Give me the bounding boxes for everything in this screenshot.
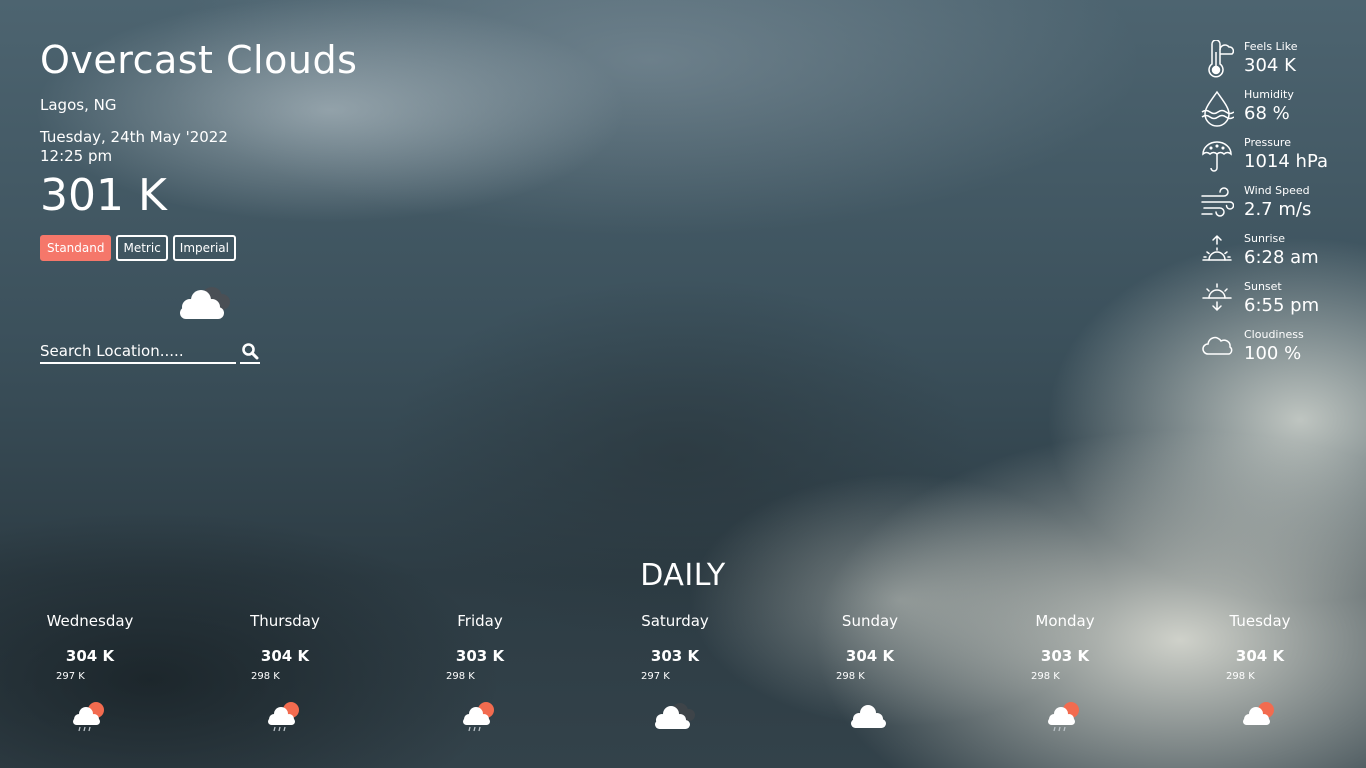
detail-feels-like: Feels Like 304 K xyxy=(1200,38,1360,86)
time-label: 12:25 pm xyxy=(40,147,113,165)
detail-wind-speed: Wind Speed 2.7 m/s xyxy=(1200,182,1360,230)
day-low-temp: 298 K xyxy=(251,671,280,682)
humidity-drop-icon xyxy=(1201,90,1234,127)
day-low-temp: 298 K xyxy=(1226,671,1255,682)
day-name: Sunday xyxy=(841,612,899,630)
sunset-icon xyxy=(1202,283,1232,312)
detail-sunset: Sunset 6:55 pm xyxy=(1200,278,1360,326)
detail-label: Humidity xyxy=(1244,88,1294,101)
detail-value: 304 K xyxy=(1244,55,1296,76)
detail-cloudiness: Cloudiness 100 % xyxy=(1200,326,1360,374)
unit-button-imperial[interactable]: Imperial xyxy=(172,235,236,261)
detail-value: 6:55 pm xyxy=(1244,295,1320,316)
rain-sun-cloud-icon xyxy=(268,702,299,732)
day-low-temp: 297 K xyxy=(56,671,85,682)
detail-label: Pressure xyxy=(1244,136,1291,149)
umbrella-icon xyxy=(1202,141,1232,172)
detail-value: 2.7 m/s xyxy=(1244,199,1312,220)
location-label: Lagos, NG xyxy=(40,96,117,114)
search-button[interactable] xyxy=(240,340,260,364)
weather-details: Feels Like 304 K Humidity 68 % Pressure … xyxy=(1200,38,1360,374)
day-name: Thursday xyxy=(250,612,320,630)
forecast-day: Thursday 304 K 298 K xyxy=(225,612,345,734)
day-high-temp: 303 K xyxy=(650,647,700,665)
day-low-temp: 297 K xyxy=(641,671,670,682)
forecast-day: Sunday 304 K 298 K xyxy=(810,612,930,734)
detail-pressure: Pressure 1014 hPa xyxy=(1200,134,1360,182)
detail-label: Wind Speed xyxy=(1244,184,1310,197)
detail-label: Sunrise xyxy=(1244,232,1286,245)
day-low-temp: 298 K xyxy=(1031,671,1060,682)
forecast-day: Wednesday 304 K 297 K xyxy=(30,612,150,734)
sunrise-icon xyxy=(1202,234,1232,261)
day-name: Friday xyxy=(457,612,503,630)
rain-sun-cloud-icon xyxy=(463,702,494,732)
search-icon xyxy=(242,343,259,360)
day-low-temp: 298 K xyxy=(836,671,865,682)
detail-label: Feels Like xyxy=(1244,40,1298,53)
day-high-temp: 304 K xyxy=(845,647,895,665)
forecast-day: Friday 303 K 298 K xyxy=(420,612,540,734)
day-name: Tuesday xyxy=(1229,612,1291,630)
thermometer-icon xyxy=(1208,40,1234,78)
detail-humidity: Humidity 68 % xyxy=(1200,86,1360,134)
day-name: Monday xyxy=(1035,612,1095,630)
overcast-cloud-icon xyxy=(655,703,695,729)
detail-value: 1014 hPa xyxy=(1244,151,1329,172)
detail-sunrise: Sunrise 6:28 am xyxy=(1200,230,1360,278)
detail-value: 68 % xyxy=(1244,103,1290,124)
search-input[interactable] xyxy=(40,340,236,364)
forecast-day: Saturday 303 K 297 K xyxy=(615,612,735,734)
day-name: Saturday xyxy=(641,612,709,630)
rain-sun-cloud-icon xyxy=(1048,702,1079,732)
overcast-cloud-icon xyxy=(180,287,230,319)
detail-value: 6:28 am xyxy=(1244,247,1319,268)
date-label: Tuesday, 24th May '2022 xyxy=(40,128,228,146)
day-high-temp: 303 K xyxy=(1040,647,1090,665)
day-high-temp: 303 K xyxy=(455,647,505,665)
forecast-day: Monday 303 K 298 K xyxy=(1005,612,1125,734)
day-name: Wednesday xyxy=(46,612,134,630)
day-low-temp: 298 K xyxy=(446,671,475,682)
daily-forecast: Wednesday 304 K 297 K Thursday 304 K 298… xyxy=(0,612,1366,762)
search-bar xyxy=(40,340,260,364)
unit-selector: Standand Metric Imperial xyxy=(40,235,236,261)
cloud-icon xyxy=(851,705,886,728)
current-temperature: 301 K xyxy=(40,170,167,221)
forecast-day: Tuesday 304 K 298 K xyxy=(1200,612,1320,734)
daily-forecast-title: DAILY xyxy=(640,558,726,593)
day-high-temp: 304 K xyxy=(260,647,310,665)
weather-description: Overcast Clouds xyxy=(40,38,358,82)
detail-label: Sunset xyxy=(1244,280,1282,293)
rain-sun-cloud-icon xyxy=(73,702,104,732)
day-high-temp: 304 K xyxy=(65,647,115,665)
day-high-temp: 304 K xyxy=(1235,647,1285,665)
unit-button-standard[interactable]: Standand xyxy=(40,235,112,261)
detail-value: 100 % xyxy=(1244,343,1302,364)
cloud-icon xyxy=(1202,336,1233,355)
wind-icon xyxy=(1201,187,1234,217)
detail-label: Cloudiness xyxy=(1244,328,1304,341)
unit-button-metric[interactable]: Metric xyxy=(116,235,168,261)
rain-sun-cloud-icon xyxy=(1243,702,1274,725)
